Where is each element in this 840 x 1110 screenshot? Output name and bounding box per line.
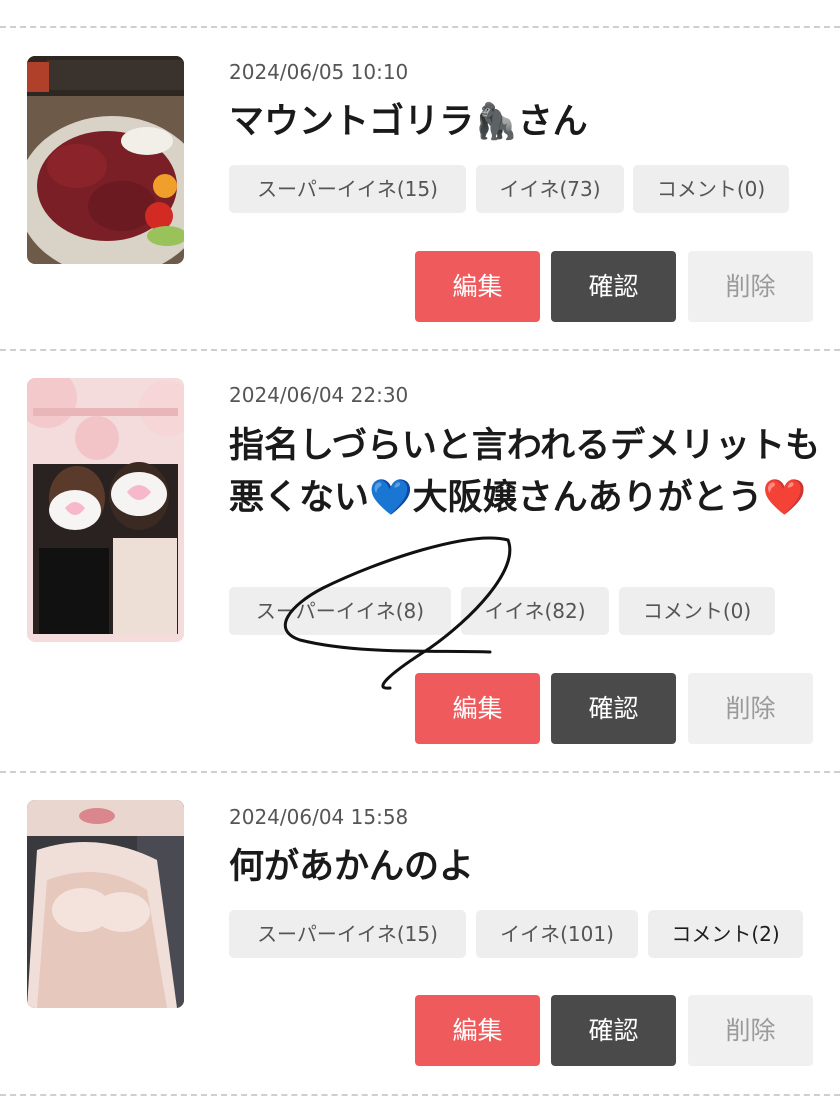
super-like-count[interactable]: スーパーイイネ(8) [229, 587, 451, 635]
post-date: 2024/06/05 10:10 [229, 60, 409, 84]
delete-button[interactable]: 削除 [688, 251, 813, 322]
post-title[interactable]: マウントゴリラ🦍さん [229, 96, 824, 148]
edit-button[interactable]: 編集 [415, 673, 540, 744]
divider-top [0, 26, 840, 28]
divider [0, 771, 840, 773]
post-title[interactable]: 何があかんのよ [229, 841, 824, 893]
comment-count[interactable]: コメント(2) [648, 910, 803, 958]
edit-button[interactable]: 編集 [415, 251, 540, 322]
edit-button[interactable]: 編集 [415, 995, 540, 1066]
like-count[interactable]: イイネ(101) [476, 910, 638, 958]
delete-button[interactable]: 削除 [688, 673, 813, 744]
comment-count[interactable]: コメント(0) [619, 587, 775, 635]
post-thumbnail-grilled-meat[interactable] [27, 56, 184, 264]
super-like-count[interactable]: スーパーイイネ(15) [229, 165, 466, 213]
comment-count[interactable]: コメント(0) [633, 165, 789, 213]
super-like-count[interactable]: スーパーイイネ(15) [229, 910, 466, 958]
confirm-button[interactable]: 確認 [551, 251, 676, 322]
post-title[interactable]: 指名しづらいと言われるデメリットも悪くない💙大阪嬢さんありがとう❤️ [229, 420, 824, 524]
delete-button[interactable]: 削除 [688, 995, 813, 1066]
confirm-button[interactable]: 確認 [551, 673, 676, 744]
like-count[interactable]: イイネ(82) [461, 587, 609, 635]
divider [0, 1094, 840, 1096]
post-date: 2024/06/04 15:58 [229, 805, 409, 829]
confirm-button[interactable]: 確認 [551, 995, 676, 1066]
divider [0, 349, 840, 351]
post-thumbnail-two-women[interactable] [27, 378, 184, 642]
post-date: 2024/06/04 22:30 [229, 383, 409, 407]
post-thumbnail-woman-dress[interactable] [27, 800, 184, 1008]
like-count[interactable]: イイネ(73) [476, 165, 624, 213]
